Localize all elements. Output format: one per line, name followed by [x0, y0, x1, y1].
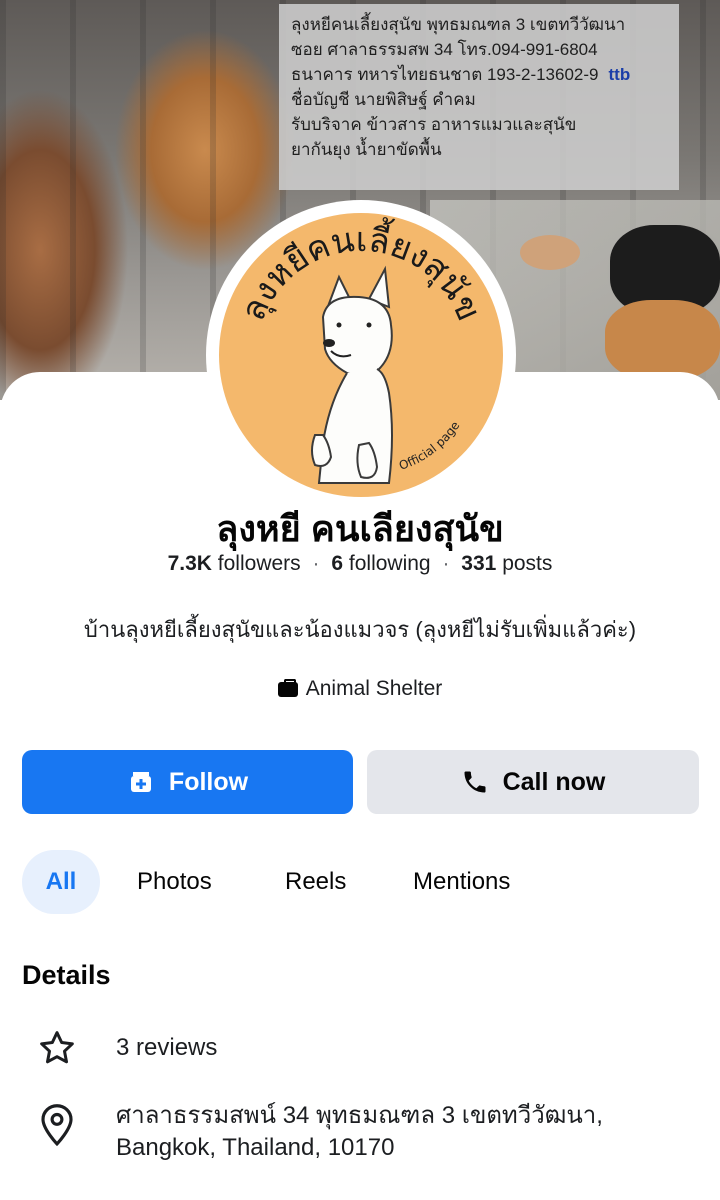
cover-line: ธนาคาร ทหารไทยธนชาต 193-2-13602-9 ttb	[291, 62, 667, 87]
page-follow-icon	[130, 772, 151, 792]
avatar-badge-text: Official page	[397, 419, 462, 473]
reviews-text: 3 reviews	[116, 1034, 218, 1061]
followers-label[interactable]: followers	[218, 552, 301, 575]
tab-all[interactable]: All	[22, 850, 100, 914]
location-pin-icon	[41, 1104, 73, 1147]
cat-shape	[520, 235, 580, 270]
profile-avatar[interactable]: ลุงหยีคนเลี้ยงสุนัข Official page	[206, 200, 516, 510]
details-heading: Details	[22, 960, 111, 990]
address-line-2: Bangkok, Thailand, 10170	[116, 1134, 395, 1161]
address-line-1: ศาลาธรรมสพน์ 34 พุทธมณฑล 3 เขตทวีวัฒนา,	[116, 1102, 603, 1129]
avatar-illustration: ลุงหยีคนเลี้ยงสุนัข Official page	[233, 215, 489, 484]
separator-dot: ·	[442, 552, 450, 575]
tab-reels[interactable]: Reels	[285, 850, 346, 914]
bank-logo: ttb	[608, 65, 631, 84]
cover-donation-info: ลุงหยีคนเลี้ยงสุนัข พุทธมณฑล 3 เขตทวีวัฒ…	[279, 4, 679, 190]
cover-line: ลุงหยีคนเลี้ยงสุนัข พุทธมณฑล 3 เขตทวีวัฒ…	[291, 15, 626, 34]
page-category: Animal Shelter	[0, 677, 720, 701]
call-label: Call now	[502, 767, 606, 796]
posts-count: 331	[461, 552, 497, 575]
cover-line: ชื่อบัญชี นายพิสิษฐ์ คำคม	[291, 90, 476, 109]
category-icon	[277, 678, 298, 697]
phone-icon	[464, 771, 486, 793]
star-icon	[40, 1031, 74, 1064]
avatar-logo: ลุงหยีคนเลี้ยงสุนัข Official page	[219, 213, 503, 497]
follow-button[interactable]: Follow	[22, 750, 353, 814]
followers-count[interactable]: 7.3K	[168, 552, 212, 575]
tab-mentions[interactable]: Mentions	[413, 850, 510, 914]
separator-dot: ·	[312, 552, 320, 575]
address-row[interactable]: ศาลาธรรมสพน์ 34 พุทธมณฑล 3 เขตทวีวัฒนา, …	[0, 1098, 720, 1168]
profile-stats: 7.3K followers · 6 following · 331 posts	[0, 552, 720, 576]
reviews-row[interactable]: 3 reviews	[0, 1026, 720, 1070]
cover-line: ยากันยุง น้ำยาขัดพื้น	[291, 140, 442, 159]
following-count[interactable]: 6	[331, 552, 343, 575]
cover-line: รับบริจาค ข้าวสาร อาหารแมวและสุนัข	[291, 115, 577, 134]
tab-photos[interactable]: Photos	[137, 850, 212, 914]
following-label[interactable]: following	[349, 552, 431, 575]
category-label: Animal Shelter	[305, 677, 443, 700]
call-now-button[interactable]: Call now	[367, 750, 699, 814]
cover-line: ซอย ศาลาธรรมสพ 34 โทร.094-991-6804	[291, 40, 598, 59]
cover-line-text: ธนาคาร ทหารไทยธนชาต 193-2-13602-9	[291, 65, 599, 84]
page-bio: บ้านลุงหยีเลี้ยงสุนัขและน้องแมวจร (ลุงหย…	[83, 617, 637, 642]
posts-label: posts	[502, 552, 553, 575]
follow-label: Follow	[168, 767, 249, 796]
dog-shape	[605, 300, 720, 380]
